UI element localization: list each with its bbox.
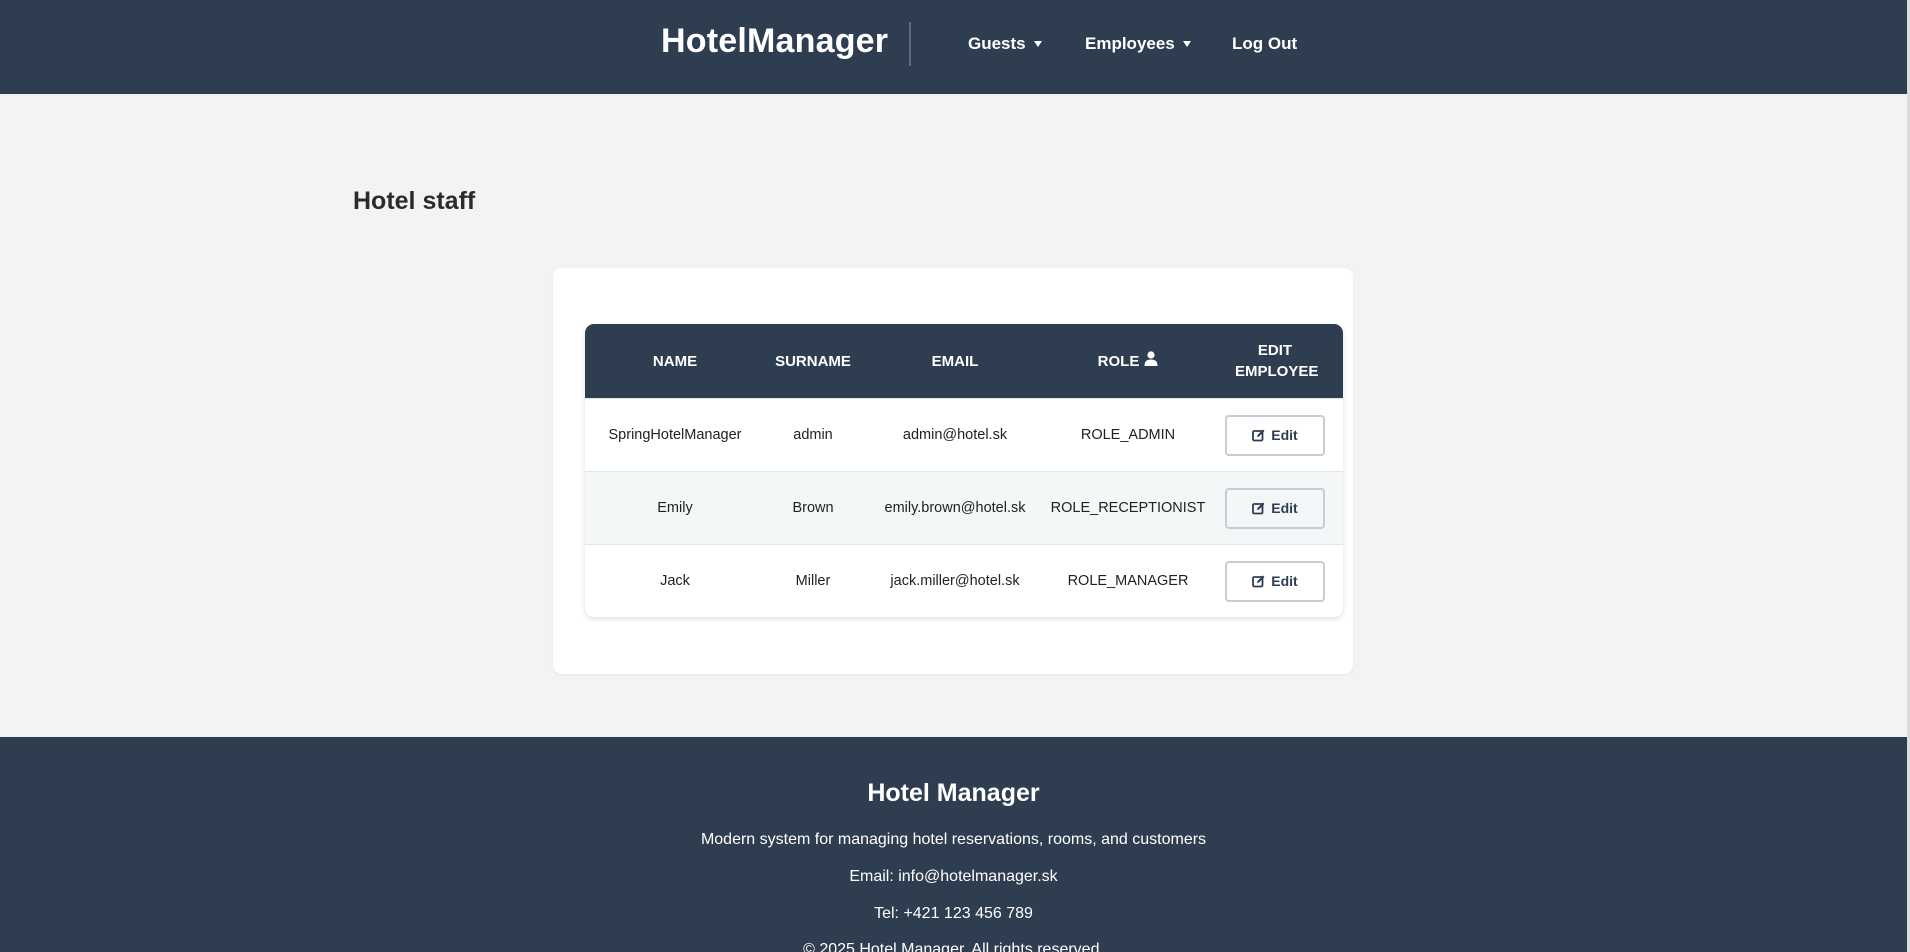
column-header-role: ROLE [1049,324,1207,398]
edit-button-label: Edit [1271,573,1298,589]
cell-email: emily.brown@hotel.sk [884,500,1026,516]
edit-icon [1252,575,1265,587]
cell-name: Jack [660,573,690,589]
cell-role: ROLE_ADMIN [1080,427,1176,443]
cell-surname: admin [793,427,833,443]
footer-description: Modern system for managing hotel reserva… [700,831,1207,848]
footer-phone: Tel: +421 123 456 789 [874,905,1033,922]
top-navbar: HotelManager Guests Employees Log Out [0,0,1907,94]
cell-role: ROLE_MANAGER [1067,573,1189,589]
cell-surname: Miller [795,573,831,589]
footer-copyright: © 2025 Hotel Manager. All rights reserve… [803,941,1104,952]
page-footer: Hotel Manager Modern system for managing… [0,737,1907,952]
user-icon [1144,350,1158,372]
page-title: Hotel staff [353,187,476,215]
column-header-name: NAME [652,352,698,370]
edit-employee-button[interactable]: Edit [1225,414,1325,456]
staff-table: NAME SURNAME EMAIL ROLE EDIT EMPLOYEE Sp… [585,324,1343,617]
edit-employee-button[interactable]: Edit [1225,487,1325,529]
table-row: Jack Miller jack.miller@hotel.sk ROLE_MA… [585,544,1343,617]
edit-button-label: Edit [1271,500,1298,516]
column-header-email: EMAIL [931,352,979,370]
column-header-role-label: ROLE [1097,352,1140,370]
edit-icon [1252,429,1265,441]
nav-guests-label: Guests [968,34,1026,53]
column-header-surname: SURNAME [775,352,851,370]
cell-name: SpringHotelManager [608,427,742,443]
edit-icon [1252,502,1265,514]
edit-employee-button[interactable]: Edit [1225,560,1325,602]
caret-down-icon [1033,41,1042,47]
footer-email: Email: info@hotelmanager.sk [849,868,1058,885]
cell-name: Emily [657,500,693,516]
footer-title: Hotel Manager [867,779,1040,807]
nav-employees-dropdown[interactable]: Employees [1085,34,1191,54]
cell-edit: Edit [1207,545,1343,617]
table-header: NAME SURNAME EMAIL ROLE EDIT EMPLOYEE [585,324,1343,398]
cell-email: admin@hotel.sk [902,427,1008,443]
column-header-edit: EDIT EMPLOYEE [1207,324,1343,398]
table-row: Emily Brown emily.brown@hotel.sk ROLE_RE… [585,471,1343,544]
cell-role: ROLE_RECEPTIONIST [1050,500,1206,516]
brand-divider [909,22,911,66]
column-header-edit-label: EDIT EMPLOYEE [1235,342,1319,380]
staff-card: NAME SURNAME EMAIL ROLE EDIT EMPLOYEE Sp… [553,268,1353,674]
brand-logo[interactable]: HotelManager [661,22,888,61]
cell-edit: Edit [1207,399,1343,471]
nav-guests-dropdown[interactable]: Guests [968,34,1042,54]
cell-surname: Brown [792,500,834,516]
cell-email: jack.miller@hotel.sk [890,573,1020,589]
edit-button-label: Edit [1271,427,1298,443]
table-row: SpringHotelManager admin admin@hotel.sk … [585,398,1343,471]
caret-down-icon [1182,41,1191,47]
logout-link[interactable]: Log Out [1232,34,1297,54]
nav-employees-label: Employees [1085,34,1175,53]
cell-edit: Edit [1207,472,1343,544]
